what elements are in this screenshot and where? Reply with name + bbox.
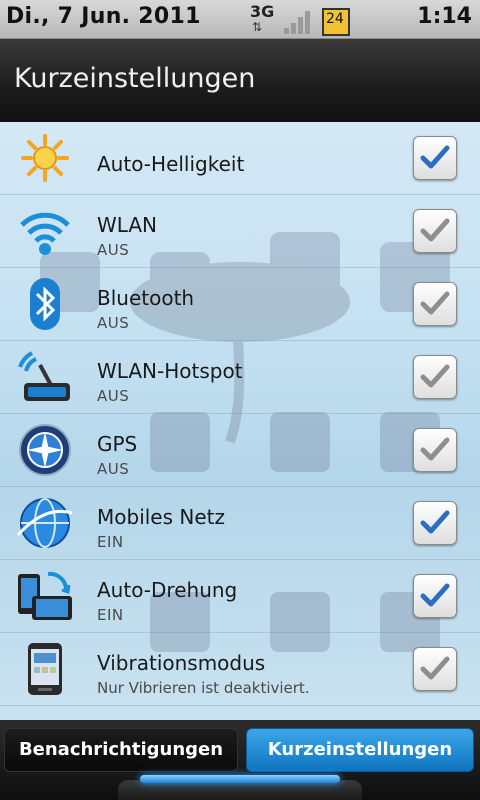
status-icons: 3G ⇅ 24 (250, 2, 380, 36)
setting-label: WLAN-Hotspot (97, 359, 243, 383)
setting-status: EIN (97, 606, 124, 624)
auto-brightness-checkbox[interactable] (413, 136, 457, 180)
bluetooth-checkbox[interactable] (413, 282, 457, 326)
wlan-hotspot-checkbox[interactable] (413, 355, 457, 399)
setting-label: Mobiles Netz (97, 505, 225, 529)
page-title: Kurzeinstellungen (14, 63, 256, 94)
mobile-network-checkbox[interactable] (413, 501, 457, 545)
setting-status: AUS (97, 314, 130, 332)
signal-strength-icon (284, 10, 312, 34)
wifi-icon (16, 203, 74, 259)
setting-status: EIN (97, 533, 124, 551)
setting-label: GPS (97, 432, 138, 456)
setting-row-wlan[interactable]: WLAN AUS (0, 195, 480, 268)
setting-label: Auto-Drehung (97, 578, 238, 602)
mobile-network-icon (16, 495, 74, 551)
data-activity-icon: ⇅ (252, 20, 263, 34)
setting-status: AUS (97, 387, 130, 405)
setting-row-auto-brightness[interactable]: Auto-Helligkeit (0, 122, 480, 195)
setting-label: WLAN (97, 213, 158, 237)
drawer-handle-base (118, 780, 362, 800)
gps-icon (16, 422, 74, 478)
bluetooth-icon (16, 276, 74, 332)
setting-row-vibration-mode[interactable]: Vibrationsmodus Nur Vibrieren ist deakti… (0, 633, 480, 706)
gps-checkbox[interactable] (413, 428, 457, 472)
header: Kurzeinstellungen (0, 39, 480, 122)
tab-notifications[interactable]: Benachrichtigungen (4, 728, 238, 772)
setting-label: Vibrationsmodus (97, 651, 266, 675)
auto-rotation-checkbox[interactable] (413, 574, 457, 618)
setting-row-mobile-network[interactable]: Mobiles Netz EIN (0, 487, 480, 560)
network-type: 3G (250, 2, 275, 21)
setting-label: Auto-Helligkeit (97, 152, 245, 176)
status-date: Di., 7 Jun. 2011 (6, 4, 201, 29)
status-bar: Di., 7 Jun. 2011 3G ⇅ 24 1:14 (0, 0, 480, 39)
settings-list[interactable]: Auto-Helligkeit WLAN AUS Bluetooth AUS W… (0, 122, 480, 720)
battery-level: 24 (326, 11, 344, 27)
wlan-checkbox[interactable] (413, 209, 457, 253)
bottom-tab-bar: Benachrichtigungen Kurzeinstellungen (0, 720, 480, 800)
vibration-mode-checkbox[interactable] (413, 647, 457, 691)
brightness-icon (16, 130, 74, 186)
setting-label: Bluetooth (97, 286, 195, 310)
setting-row-bluetooth[interactable]: Bluetooth AUS (0, 268, 480, 341)
hotspot-icon (16, 349, 74, 405)
setting-row-auto-rotation[interactable]: Auto-Drehung EIN (0, 560, 480, 633)
rotation-icon (16, 568, 74, 624)
setting-status: AUS (97, 241, 130, 259)
setting-status: Nur Vibrieren ist deaktiviert. (97, 679, 310, 697)
tab-quick-settings[interactable]: Kurzeinstellungen (246, 728, 474, 772)
drawer-handle[interactable] (140, 775, 340, 783)
setting-status: AUS (97, 460, 130, 478)
vibration-phone-icon (16, 641, 74, 697)
setting-row-gps[interactable]: GPS AUS (0, 414, 480, 487)
status-time: 1:14 (417, 4, 472, 29)
setting-row-wlan-hotspot[interactable]: WLAN-Hotspot AUS (0, 341, 480, 414)
